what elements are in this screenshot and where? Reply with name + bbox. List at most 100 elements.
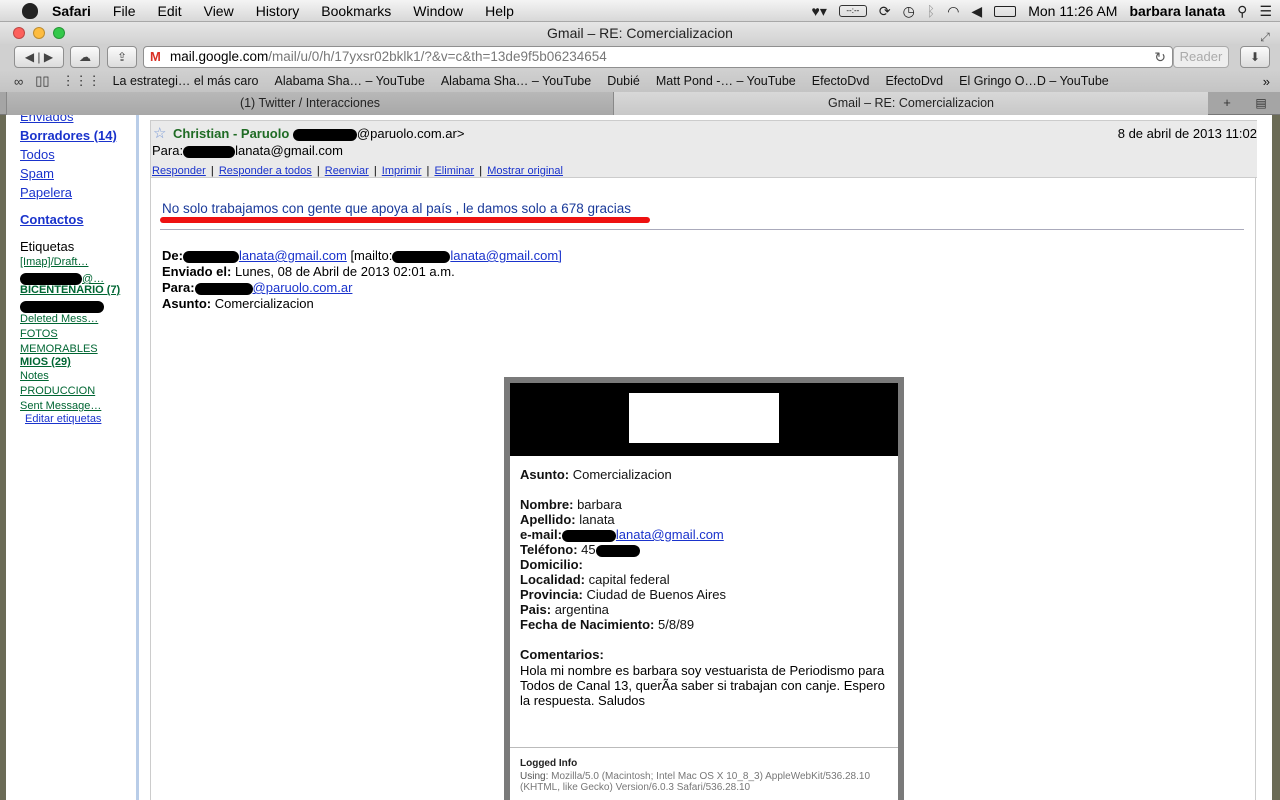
menu-edit[interactable]: Edit	[157, 3, 181, 19]
forward-link[interactable]: Reenviar	[325, 165, 369, 177]
reading-list-icon[interactable]: ∞	[14, 74, 23, 89]
fwd-from-link[interactable]: lanata@gmail.com	[239, 248, 347, 263]
time-machine-icon[interactable]: ◷	[903, 4, 915, 18]
card-apellido-value: lanata	[579, 512, 615, 527]
sync-icon[interactable]: ⟳	[879, 4, 891, 18]
url-host: mail.google.com	[170, 49, 269, 64]
bookmark-item[interactable]: La estrategi… el más caro	[113, 74, 259, 88]
card-asunto-value: Comercializacion	[572, 467, 672, 482]
delete-link[interactable]: Eliminar	[434, 165, 474, 177]
menu-help[interactable]: Help	[485, 3, 514, 19]
menu-file[interactable]: File	[113, 3, 136, 19]
card-nacimiento: Fecha de Nacimiento: 5/8/89	[520, 617, 694, 632]
label-produccion[interactable]: PRODUCCION	[20, 385, 95, 397]
mail-view: ☆ Christian - Paruolo @paruolo.com.ar> 8…	[150, 120, 1257, 800]
back-arrow-icon[interactable]: ◀	[25, 50, 34, 64]
reader-button[interactable]: Reader	[1173, 46, 1229, 68]
edit-labels-link[interactable]: Editar etiquetas	[25, 413, 101, 425]
reply-all-link[interactable]: Responder a todos	[219, 165, 312, 177]
keyboard-layout-icon[interactable]: --:--	[838, 5, 867, 17]
menu-app-safari[interactable]: Safari	[52, 3, 91, 19]
downloads-button[interactable]: ⬇	[1240, 46, 1270, 68]
card-email-label: e-mail:	[520, 527, 562, 542]
top-sites-grid-icon[interactable]: ⋮⋮⋮	[62, 73, 101, 89]
tab-twitter[interactable]: (1) Twitter / Interacciones	[6, 92, 614, 115]
label-mios[interactable]: MIOS (29)	[20, 356, 71, 368]
bookmarks-book-icon[interactable]: ▯▯	[35, 73, 49, 89]
redaction-mark	[595, 544, 640, 557]
back-forward-buttons[interactable]: ◀ | ▶	[14, 46, 64, 68]
menu-view[interactable]: View	[204, 3, 234, 19]
download-icon: ⬇	[1249, 50, 1261, 64]
close-window-icon[interactable]	[13, 27, 25, 39]
bluetooth-icon[interactable]: ᛒ	[927, 4, 935, 18]
card-email-link[interactable]: lanata@gmail.com	[616, 527, 724, 542]
bookmark-item[interactable]: EfectoDvd	[812, 74, 870, 88]
show-original-link[interactable]: Mostrar original	[487, 165, 563, 177]
nav-contactos[interactable]: Contactos	[20, 212, 84, 227]
bookmark-item[interactable]: Alabama Sha… – YouTube	[275, 74, 425, 88]
menubar-user[interactable]: barbara lanata	[1129, 3, 1225, 19]
card-provincia-value: Ciudad de Buenos Aires	[586, 587, 726, 602]
window-title: Gmail – RE: Comercializacion	[547, 25, 733, 41]
nav-papelera[interactable]: Papelera	[20, 185, 72, 200]
minimize-window-icon[interactable]	[33, 27, 45, 39]
spotlight-search-icon[interactable]: ⚲	[1237, 4, 1247, 18]
heart-icon[interactable]: ♥▾	[812, 4, 827, 18]
fwd-mailto-prefix: [mailto:	[350, 248, 393, 263]
tab-overview-icon[interactable]: ▤	[1248, 94, 1274, 112]
address-bar[interactable]: M mail.google.com/mail/u/0/h/17yxsr02bkl…	[143, 46, 1173, 68]
volume-icon[interactable]: ◀	[971, 4, 982, 18]
reload-icon[interactable]: ↻	[1154, 47, 1166, 67]
menu-bookmarks[interactable]: Bookmarks	[321, 3, 391, 19]
nav-spam[interactable]: Spam	[20, 166, 54, 181]
redaction-mark	[183, 145, 236, 158]
star-icon[interactable]: ☆	[153, 124, 166, 142]
notification-center-icon[interactable]: ☰	[1259, 4, 1272, 18]
label-deleted-messages[interactable]: Deleted Mess…	[20, 313, 98, 325]
card-comentarios-text: Hola mi nombre es barbara soy vestuarist…	[520, 663, 885, 708]
label-notes[interactable]: Notes	[20, 370, 49, 382]
label-bicentenario[interactable]: BICENTENARIO (7)	[20, 284, 120, 296]
label-sent-messages[interactable]: Sent Message…	[20, 400, 101, 412]
print-link[interactable]: Imprimir	[382, 165, 422, 177]
nav-enviados[interactable]: Enviados	[20, 115, 73, 124]
icloud-tabs-button[interactable]: ☁	[70, 46, 100, 68]
card-asunto-label: Asunto:	[520, 467, 570, 482]
menubar-clock[interactable]: Mon 11:26 AM	[1028, 3, 1117, 19]
label-fotos[interactable]: FOTOS	[20, 328, 58, 340]
nav-divider	[136, 115, 139, 800]
nav-borradores[interactable]: Borradores (14)	[20, 128, 117, 143]
fwd-sent-label: Enviado el:	[162, 264, 232, 279]
menu-window[interactable]: Window	[413, 3, 463, 19]
label-memorables[interactable]: MEMORABLES	[20, 343, 98, 355]
url-path: /mail/u/0/h/17yxsr02bklk1/?&v=c&th=13de9…	[268, 49, 607, 64]
apple-icon[interactable]	[22, 2, 38, 19]
battery-icon[interactable]	[994, 5, 1017, 17]
fwd-subject-value: Comercializacion	[214, 296, 314, 311]
fullscreen-icon[interactable]: ⤢	[1258, 26, 1272, 44]
fwd-to-link[interactable]: @paruolo.com.ar	[253, 280, 353, 295]
label-redacted-1[interactable]: @…	[20, 270, 104, 285]
bookmark-item[interactable]: Alabama Sha… – YouTube	[441, 74, 591, 88]
bookmark-item[interactable]: Matt Pond -… – YouTube	[656, 74, 796, 88]
bookmark-item[interactable]: EfectoDvd	[885, 74, 943, 88]
fwd-sent: Enviado el: Lunes, 08 de Abril de 2013 0…	[162, 264, 455, 279]
label-redacted-2[interactable]	[20, 298, 104, 313]
bookmark-item[interactable]: Dubié	[607, 74, 640, 88]
wifi-icon[interactable]: ◠	[947, 4, 959, 18]
bookmark-item[interactable]: El Gringo O…D – YouTube	[959, 74, 1109, 88]
share-button[interactable]: ⇪	[107, 46, 137, 68]
menu-history[interactable]: History	[256, 3, 300, 19]
forward-arrow-icon[interactable]: ▶	[44, 50, 53, 64]
nav-todos[interactable]: Todos	[20, 147, 55, 162]
new-tab-plus-icon[interactable]: +	[1212, 94, 1242, 112]
label-imap-draft[interactable]: [Imap]/Draft…	[20, 256, 88, 268]
card-telefono-label: Teléfono:	[520, 542, 578, 557]
fwd-mailto-link[interactable]: lanata@gmail.com]	[450, 248, 561, 263]
bookmarks-overflow-chevron-icon[interactable]: »	[1263, 74, 1270, 89]
reply-link[interactable]: Responder	[152, 165, 206, 177]
tab-gmail[interactable]: Gmail – RE: Comercializacion	[614, 92, 1208, 115]
gmail-left-nav: Enviados Borradores (14) Todos Spam Pape…	[6, 115, 136, 800]
zoom-window-icon[interactable]	[53, 27, 65, 39]
